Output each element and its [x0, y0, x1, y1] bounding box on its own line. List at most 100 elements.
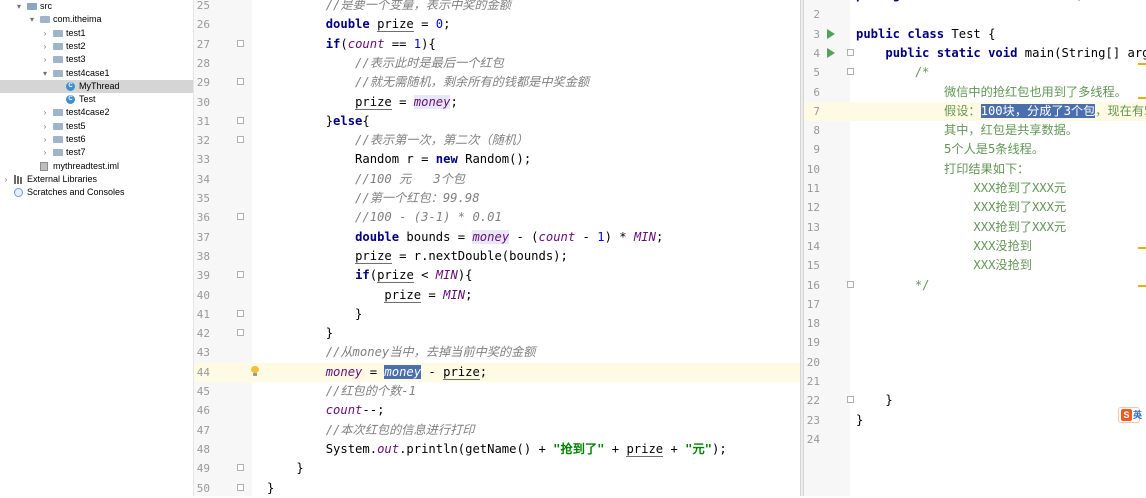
code-text[interactable]: /*	[856, 63, 930, 82]
code-text[interactable]: XXX没抢到	[856, 256, 1032, 275]
code-line[interactable]: 24	[804, 430, 1146, 449]
code-text[interactable]: //就无需随机，剩余所有的钱都是中奖金额	[267, 73, 589, 92]
code-line[interactable]: 41 }	[194, 305, 800, 324]
chevron-right-icon[interactable]: ›	[41, 120, 49, 133]
code-line[interactable]: 12 XXX抢到了XXX元	[804, 198, 1146, 217]
code-text[interactable]: XXX没抢到	[856, 237, 1032, 256]
code-line[interactable]: 50}	[194, 479, 800, 498]
fold-marker-icon[interactable]	[847, 68, 854, 76]
code-line[interactable]: 44 money = money - prize;	[194, 362, 800, 382]
code-text[interactable]: 打印结果如下：	[856, 160, 1029, 179]
code-text[interactable]: 微信中的抢红包也用到了多线程。	[856, 83, 1127, 102]
code-text[interactable]: prize = money;	[267, 93, 458, 112]
code-text[interactable]: //表示第一次，第二次（随机）	[267, 131, 528, 150]
code-line[interactable]: 16 */	[804, 276, 1146, 295]
code-line[interactable]: 35 //第一个红包：99.98	[194, 189, 800, 208]
code-text[interactable]: public class Test {	[856, 25, 995, 44]
code-line[interactable]: 22 }	[804, 391, 1146, 410]
fold-marker-icon[interactable]	[237, 78, 244, 86]
code-text[interactable]: }	[267, 305, 362, 324]
code-text[interactable]: }	[267, 479, 274, 498]
code-text[interactable]: double bounds = money - (count - 1) * MI…	[267, 228, 663, 247]
chevron-right-icon[interactable]: ›	[41, 53, 49, 66]
fold-marker-icon[interactable]	[237, 213, 244, 221]
code-text[interactable]: //表示此时是最后一个红包	[267, 54, 504, 73]
code-text[interactable]: }else{	[267, 112, 370, 131]
code-text[interactable]: XXX抢到了XXX元	[856, 198, 1066, 217]
chevron-right-icon[interactable]: ›	[41, 40, 49, 53]
run-icon[interactable]	[827, 28, 835, 39]
code-text[interactable]: if(count == 1){	[267, 35, 436, 54]
code-line[interactable]: 49 }	[194, 459, 800, 478]
code-line[interactable]: 11 XXX抢到了XXX元	[804, 179, 1146, 198]
code-line[interactable]: 20	[804, 353, 1146, 372]
lightbulb-icon[interactable]	[251, 365, 259, 376]
code-line[interactable]: 14 XXX没抢到	[804, 237, 1146, 256]
code-text[interactable]: prize = MIN;	[267, 286, 472, 305]
chevron-down-icon[interactable]: ▾	[15, 0, 23, 13]
code-line[interactable]: 27 if(count == 1){	[194, 35, 800, 54]
code-text[interactable]: XXX抢到了XXX元	[856, 218, 1066, 237]
code-line[interactable]: 32 //表示第一次，第二次（随机）	[194, 131, 800, 150]
code-line[interactable]: 30 prize = money;	[194, 93, 800, 112]
code-text[interactable]: System.out.println(getName() + "抢到了" + p…	[267, 440, 727, 459]
code-text[interactable]: //第一个红包：99.98	[267, 189, 480, 208]
code-line[interactable]: 43 //从money当中，去掉当前中奖的金额	[194, 343, 800, 362]
tree-item[interactable]: › test5	[0, 120, 193, 133]
chevron-right-icon[interactable]: ›	[2, 173, 10, 186]
fold-marker-icon[interactable]	[237, 136, 244, 144]
tree-item[interactable]: mythreadtest.iml	[0, 160, 193, 173]
code-text[interactable]: }	[856, 411, 863, 430]
tree-item[interactable]: › test2	[0, 40, 193, 53]
code-line[interactable]: 46 count--;	[194, 401, 800, 420]
chevron-right-icon[interactable]: ›	[41, 27, 49, 40]
code-line[interactable]: 17	[804, 295, 1146, 314]
tree-item[interactable]: Scratches and Consoles	[0, 186, 193, 199]
fold-marker-icon[interactable]	[237, 483, 244, 491]
code-line[interactable]: 33 Random r = new Random();	[194, 150, 800, 169]
tree-item[interactable]: › test1	[0, 27, 193, 40]
code-line[interactable]: 34 //100 元 3个包	[194, 170, 800, 189]
chevron-down-icon[interactable]: ▾	[28, 13, 36, 26]
code-line[interactable]: 10 打印结果如下：	[804, 160, 1146, 179]
chevron-right-icon[interactable]: ›	[41, 133, 49, 146]
code-line[interactable]: 7 假设：100块，分成了3个包，现在有5个人去抢。	[804, 101, 1146, 122]
error-stripe-marker[interactable]	[1138, 285, 1146, 287]
run-icon[interactable]	[827, 47, 835, 58]
code-text[interactable]: 其中，红包是共享数据。	[856, 121, 1078, 140]
code-text[interactable]: //红包的个数-1	[267, 382, 416, 401]
code-line[interactable]: 29 //就无需随机，剩余所有的钱都是中奖金额	[194, 73, 800, 92]
code-text[interactable]: Random r = new Random();	[267, 150, 531, 169]
code-text[interactable]: }	[856, 391, 892, 410]
fold-marker-icon[interactable]	[237, 271, 244, 279]
code-text[interactable]: XXX抢到了XXX元	[856, 179, 1066, 198]
tree-item[interactable]: › External Libraries	[0, 173, 193, 186]
code-line[interactable]: 3 public class Test {	[804, 25, 1146, 44]
code-line[interactable]: 8 其中，红包是共享数据。	[804, 121, 1146, 140]
code-text[interactable]: prize = r.nextDouble(bounds);	[267, 247, 568, 266]
fold-marker-icon[interactable]	[847, 280, 854, 288]
fold-marker-icon[interactable]	[847, 396, 854, 404]
code-line[interactable]: 39 if(prize < MIN){	[194, 266, 800, 285]
code-line[interactable]: 5 /*	[804, 63, 1146, 82]
code-line[interactable]: 48 System.out.println(getName() + "抢到了" …	[194, 440, 800, 459]
code-line[interactable]: 28 //表示此时是最后一个红包	[194, 54, 800, 73]
tree-item[interactable]: › test6	[0, 133, 193, 146]
tree-item[interactable]: ▾ test4case1	[0, 67, 193, 80]
error-stripe-marker[interactable]	[1138, 247, 1146, 249]
tree-item[interactable]: C Test	[0, 93, 193, 106]
fold-marker-icon[interactable]	[237, 309, 244, 317]
code-text[interactable]: //是要一个变量，表示中奖的金额	[267, 0, 511, 15]
code-text[interactable]: //100 元 3个包	[267, 170, 465, 189]
code-line[interactable]: 38 prize = r.nextDouble(bounds);	[194, 247, 800, 266]
code-editor-mythread[interactable]: 25 //是要一个变量，表示中奖的金额 26 double prize = 0; 2…	[194, 0, 800, 496]
tree-item[interactable]: ▾ com.itheima	[0, 13, 193, 26]
code-text[interactable]: */	[856, 276, 930, 295]
code-editor-test[interactable]: 1package com.itheima.test4case1;23public…	[804, 0, 1146, 496]
chevron-right-icon[interactable]: ›	[41, 146, 49, 159]
tree-item[interactable]: › test4case2	[0, 106, 193, 119]
code-text[interactable]: 5个人是5条线程。	[856, 140, 1044, 159]
fold-marker-icon[interactable]	[237, 329, 244, 337]
fold-marker-icon[interactable]	[237, 39, 244, 47]
code-line[interactable]: 31 }else{	[194, 112, 800, 131]
